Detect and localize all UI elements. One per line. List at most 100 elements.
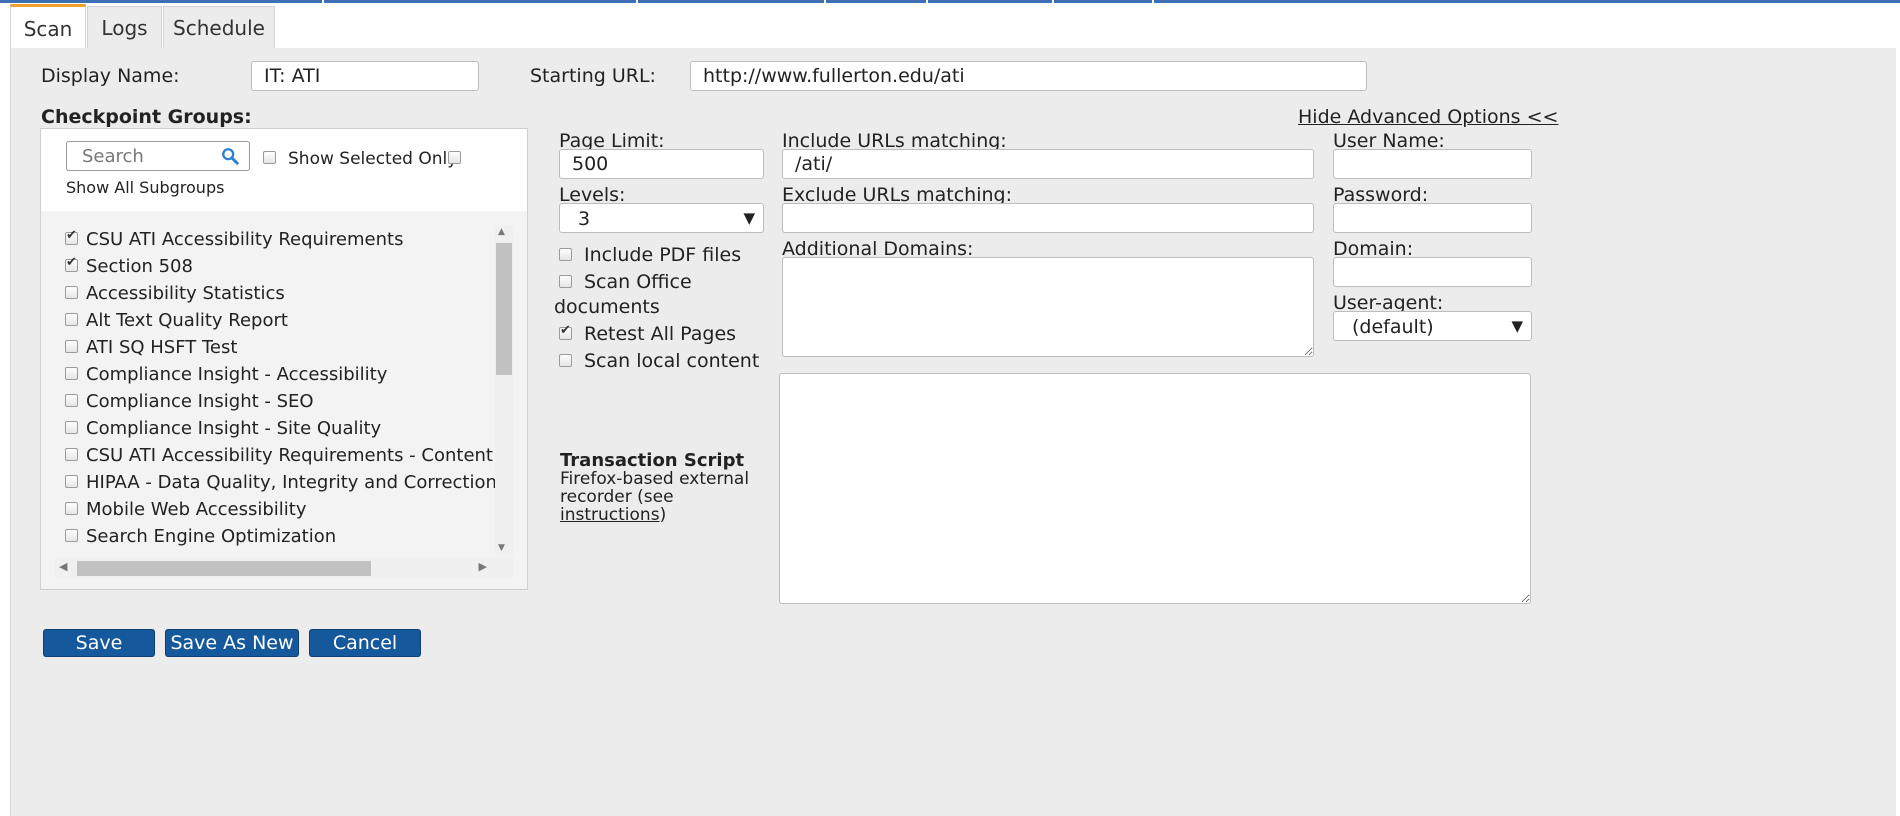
levels-select[interactable]: 3 ▼ bbox=[559, 203, 764, 233]
list-item[interactable] bbox=[65, 553, 86, 555]
checkpoint-groups-heading: Checkpoint Groups: bbox=[41, 106, 252, 128]
scan-settings-panel: Display Name: Starting URL: Checkpoint G… bbox=[10, 48, 1896, 816]
save-button[interactable]: Save bbox=[43, 629, 155, 657]
item-checkbox[interactable] bbox=[65, 475, 78, 488]
transaction-script-title: Transaction Script bbox=[560, 450, 745, 471]
domain-input[interactable] bbox=[1333, 257, 1532, 287]
include-urls-input[interactable] bbox=[782, 149, 1314, 179]
tab-bar: Scan Logs Schedule bbox=[10, 4, 1895, 50]
tab-logs[interactable]: Logs bbox=[87, 6, 162, 48]
user-name-input[interactable] bbox=[1333, 149, 1532, 179]
page-limit-input[interactable] bbox=[559, 149, 764, 179]
chevron-down-icon: ▼ bbox=[1511, 317, 1523, 335]
list-item[interactable]: Mobile Web Accessibility bbox=[65, 499, 307, 526]
item-label: CSU ATI Accessibility Requirements bbox=[86, 229, 404, 250]
scan-office-label: Scan Office bbox=[584, 271, 692, 293]
list-item[interactable]: CSU ATI Accessibility Requirements bbox=[65, 228, 404, 256]
scan-local-checkbox[interactable] bbox=[559, 354, 572, 367]
list-item[interactable]: Alt Text Quality Report bbox=[65, 310, 288, 337]
list-item[interactable]: Section 508 bbox=[65, 255, 193, 283]
display-name-label: Display Name: bbox=[41, 65, 180, 87]
list-item[interactable]: HIPAA - Data Quality, Integrity and Corr… bbox=[65, 472, 495, 499]
item-checkbox[interactable] bbox=[65, 286, 78, 299]
item-checkbox[interactable] bbox=[65, 421, 78, 434]
item-checkbox[interactable] bbox=[65, 448, 78, 461]
display-name-input[interactable] bbox=[251, 61, 479, 91]
item-label: Mobile Web Accessibility bbox=[86, 499, 307, 520]
tab-schedule[interactable]: Schedule bbox=[163, 6, 275, 48]
item-checkbox[interactable] bbox=[65, 367, 78, 380]
transaction-line-2: recorder (see bbox=[560, 487, 674, 507]
scroll-down-icon[interactable]: ▼ bbox=[498, 543, 505, 553]
scan-office-checkbox-wrap bbox=[559, 271, 572, 290]
item-checkbox[interactable] bbox=[65, 313, 78, 326]
closing-paren: ) bbox=[659, 505, 667, 525]
cancel-button[interactable]: Cancel bbox=[309, 629, 421, 657]
password-input[interactable] bbox=[1333, 203, 1532, 233]
item-label: Accessibility Statistics bbox=[86, 283, 285, 304]
item-checkbox[interactable] bbox=[65, 394, 78, 407]
user-agent-select[interactable]: (default) ▼ bbox=[1333, 311, 1532, 341]
list-item[interactable]: Compliance Insight - SEO bbox=[65, 391, 314, 418]
starting-url-input[interactable] bbox=[690, 61, 1367, 91]
item-label: Compliance Insight - Accessibility bbox=[86, 364, 388, 385]
show-all-subgroups-label: Show All Subgroups bbox=[66, 178, 225, 197]
instructions-link[interactable]: instructions bbox=[560, 505, 660, 525]
item-label: ATI SQ HSFT Test bbox=[86, 337, 238, 358]
search-icon[interactable] bbox=[221, 147, 239, 165]
item-checkbox[interactable] bbox=[65, 502, 78, 515]
scroll-up-icon[interactable]: ▲ bbox=[498, 227, 505, 237]
checkpoint-search-box[interactable]: Search bbox=[66, 141, 250, 171]
item-checkbox[interactable] bbox=[65, 340, 78, 353]
list-item[interactable]: Accessibility Statistics bbox=[65, 283, 285, 310]
list-vertical-scrollbar[interactable]: ▲ ▼ bbox=[495, 225, 513, 555]
tab-scan[interactable]: Scan bbox=[10, 4, 86, 50]
additional-domains-textarea[interactable] bbox=[782, 257, 1314, 357]
retest-all-label: Retest All Pages bbox=[584, 323, 737, 345]
list-item[interactable]: CSU ATI Accessibility Requirements - Con… bbox=[65, 445, 495, 472]
transaction-line-1: Firefox-based external bbox=[560, 469, 750, 489]
exclude-urls-input[interactable] bbox=[782, 203, 1314, 233]
hide-advanced-options-link[interactable]: Hide Advanced Options << bbox=[1298, 106, 1558, 128]
include-pdf-checkbox-wrap bbox=[559, 244, 572, 263]
list-horizontal-scrollbar[interactable]: ◀ ▶ bbox=[55, 558, 513, 578]
transaction-script-info: Transaction Script Firefox-based externa… bbox=[560, 450, 770, 525]
scan-local-checkbox-wrap bbox=[559, 350, 572, 369]
scroll-left-icon[interactable]: ◀ bbox=[59, 560, 67, 573]
item-label: Compliance Insight - Site Quality bbox=[86, 418, 382, 439]
list-item[interactable]: Compliance Insight - Accessibility bbox=[65, 364, 387, 391]
retest-all-checkbox[interactable] bbox=[559, 323, 572, 340]
item-checkbox[interactable] bbox=[65, 228, 78, 245]
tab-schedule-label: Schedule bbox=[173, 16, 265, 40]
horizontal-scroll-thumb[interactable] bbox=[77, 561, 371, 576]
scan-office-checkbox[interactable] bbox=[559, 275, 572, 288]
transaction-script-textarea[interactable] bbox=[779, 373, 1531, 604]
scroll-right-icon[interactable]: ▶ bbox=[479, 560, 487, 573]
retest-all-checkbox-wrap bbox=[559, 323, 572, 342]
list-item[interactable]: Search Engine Optimization bbox=[65, 526, 336, 553]
show-all-subgroups-checkbox-wrap bbox=[448, 147, 461, 166]
levels-value: 3 bbox=[578, 208, 591, 230]
search-placeholder: Search bbox=[82, 146, 144, 167]
include-pdf-checkbox[interactable] bbox=[559, 248, 572, 261]
item-label: CSU ATI Accessibility Requirements - Con… bbox=[86, 445, 495, 466]
show-all-subgroups-checkbox[interactable] bbox=[448, 151, 461, 164]
starting-url-label: Starting URL: bbox=[530, 65, 656, 87]
item-label: Alt Text Quality Report bbox=[86, 310, 288, 331]
checkpoint-list: CSU ATI Accessibility Requirements Secti… bbox=[51, 225, 495, 555]
tab-scan-label: Scan bbox=[23, 17, 73, 41]
tab-logs-label: Logs bbox=[101, 16, 148, 40]
item-checkbox[interactable] bbox=[65, 255, 78, 272]
show-selected-checkbox[interactable] bbox=[263, 151, 276, 164]
include-pdf-label: Include PDF files bbox=[584, 244, 742, 266]
scan-local-label: Scan local content bbox=[584, 350, 760, 372]
save-as-new-button[interactable]: Save As New bbox=[165, 629, 299, 657]
item-label: Compliance Insight - SEO bbox=[86, 391, 314, 412]
vertical-scroll-thumb[interactable] bbox=[496, 243, 512, 375]
show-selected-checkbox-wrap bbox=[263, 147, 276, 166]
checkpoint-groups-box: Search Show Selected Only Show All Subgr… bbox=[40, 128, 528, 590]
list-item[interactable]: ATI SQ HSFT Test bbox=[65, 337, 237, 364]
list-item[interactable]: Compliance Insight - Site Quality bbox=[65, 418, 381, 445]
item-checkbox[interactable] bbox=[65, 529, 78, 542]
item-label: Section 508 bbox=[86, 256, 193, 277]
